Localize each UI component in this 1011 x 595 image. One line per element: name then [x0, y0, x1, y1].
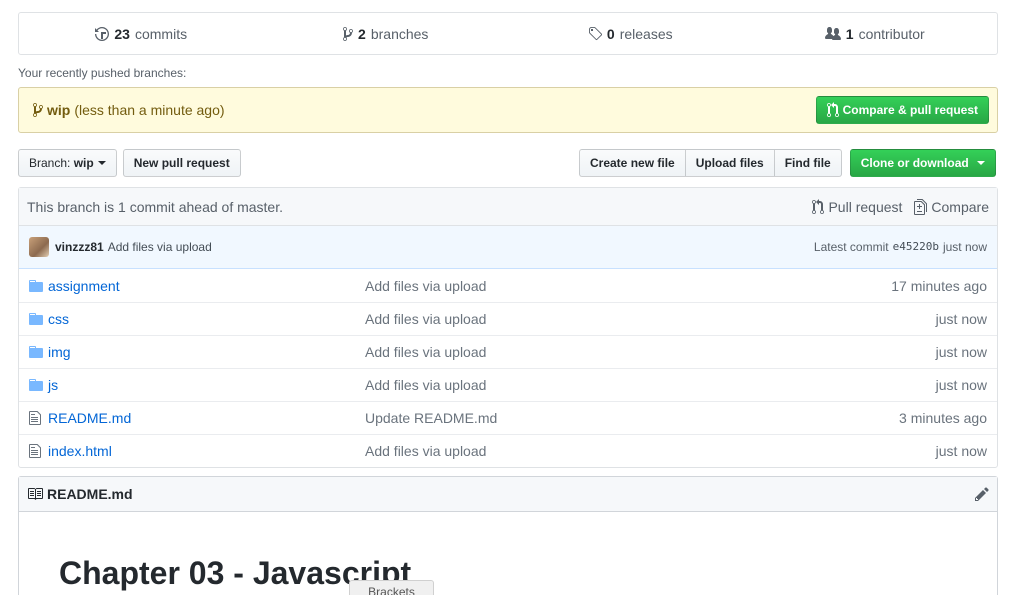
branch-select-button[interactable]: Branch: wip	[18, 149, 117, 177]
people-icon	[824, 26, 841, 40]
repo-summary-bar: 23 commits 2 branches 0 releases 1 contr…	[18, 12, 998, 55]
pull-request-icon	[826, 102, 839, 118]
commits-summary[interactable]: 23 commits	[19, 13, 264, 54]
find-file-button[interactable]: Find file	[773, 149, 842, 177]
branches-count: 2	[358, 25, 366, 42]
chevron-down-icon	[97, 161, 106, 165]
readme-panel: README.md Chapter 03 - Javascript	[18, 476, 998, 595]
file-toolbar: Create new file Upload files Find file C…	[579, 149, 996, 177]
table-row: js Add files via upload just now	[19, 368, 997, 401]
folder-icon	[29, 344, 47, 360]
readme-filename: README.md	[47, 486, 133, 502]
compare-link[interactable]: Compare	[914, 198, 989, 215]
compare-label: Compare	[931, 198, 989, 215]
readme-header: README.md	[19, 477, 997, 512]
diff-icon	[914, 198, 928, 215]
releases-label: releases	[619, 25, 673, 42]
file-actions-group: Create new file Upload files Find file	[579, 149, 842, 177]
contributors-count: 1	[845, 25, 854, 42]
pull-request-label: Pull request	[828, 198, 903, 215]
file-age: 3 minutes ago	[899, 410, 987, 426]
file-commit-message[interactable]: Add files via upload	[365, 443, 936, 459]
recently-pushed-notice: wip (less than a minute ago) Compare & p…	[18, 87, 998, 133]
folder-icon	[29, 278, 47, 294]
latest-commit-label: Latest commit	[813, 240, 889, 254]
history-icon	[95, 26, 110, 41]
branches-label: branches	[370, 25, 429, 42]
file-commit-message[interactable]: Add files via upload	[365, 344, 936, 360]
commit-time: just now	[942, 240, 987, 254]
table-row: img Add files via upload just now	[19, 335, 997, 368]
file-age: 17 minutes ago	[891, 277, 987, 294]
clone-download-button[interactable]: Clone or download	[849, 149, 996, 177]
file-commit-message[interactable]: Add files via upload	[365, 311, 936, 327]
file-name-link[interactable]: index.html	[47, 443, 365, 459]
pull-request-link[interactable]: Pull request	[812, 198, 903, 215]
branch-prefix: Branch:	[29, 156, 71, 170]
compare-button-label: Compare & pull request	[842, 103, 978, 117]
new-pull-request-button[interactable]: New pull request	[122, 149, 241, 177]
file-name-link[interactable]: assignment	[47, 278, 365, 294]
folder-icon	[29, 311, 47, 327]
recent-branches-label: Your recently pushed branches:	[18, 66, 187, 80]
create-new-file-button[interactable]: Create new file	[579, 149, 686, 177]
pull-request-icon	[812, 198, 825, 214]
compare-pull-request-button[interactable]: Compare & pull request	[815, 96, 989, 124]
file-name-link[interactable]: css	[47, 311, 365, 327]
commit-message[interactable]: Add files via upload	[108, 240, 212, 254]
file-age: just now	[935, 344, 987, 360]
file-age: just now	[935, 311, 987, 327]
file-commit-message[interactable]: Add files via upload	[365, 278, 891, 294]
contributors-label: contributor	[858, 25, 925, 42]
branch-name: wip	[73, 156, 94, 170]
file-browser: This branch is 1 commit ahead of master.…	[18, 187, 998, 468]
folder-icon	[29, 377, 47, 393]
table-row: css Add files via upload just now	[19, 302, 997, 335]
table-row: README.md Update README.md 3 minutes ago	[19, 401, 997, 434]
table-row: assignment Add files via upload 17 minut…	[19, 269, 997, 302]
chevron-down-icon	[976, 161, 985, 165]
tag-icon	[588, 26, 602, 40]
file-icon	[29, 443, 47, 459]
table-row: index.html Add files via upload just now	[19, 434, 997, 467]
book-icon	[28, 488, 43, 500]
releases-summary[interactable]: 0 releases	[508, 13, 753, 54]
file-commit-message[interactable]: Add files via upload	[365, 377, 936, 393]
tooltip: Brackets	[349, 580, 434, 595]
file-age: just now	[935, 443, 987, 459]
file-name-link[interactable]: js	[47, 377, 365, 393]
commits-label: commits	[134, 25, 188, 42]
upload-files-button[interactable]: Upload files	[684, 149, 775, 177]
clone-button-label: Clone or download	[860, 156, 969, 170]
file-name-link[interactable]: README.md	[47, 410, 365, 426]
file-name-link[interactable]: img	[47, 344, 365, 360]
contributors-summary[interactable]: 1 contributor	[753, 13, 998, 54]
file-commit-message[interactable]: Update README.md	[365, 410, 899, 426]
pushed-branch-link[interactable]: wip	[47, 102, 70, 118]
branch-icon	[33, 102, 43, 117]
avatar[interactable]	[29, 237, 49, 257]
branch-icon	[343, 26, 354, 41]
branch-toolbar: Branch: wip New pull request	[18, 149, 241, 177]
ahead-text: This branch is 1 commit ahead of master.	[27, 198, 283, 215]
file-age: just now	[935, 377, 987, 393]
latest-commit-bar: vinzzz81 Add files via upload Latest com…	[19, 226, 997, 269]
file-icon	[29, 410, 47, 426]
pushed-time: (less than a minute ago)	[74, 102, 225, 118]
commit-sha[interactable]: e45220b	[893, 240, 939, 254]
branches-summary[interactable]: 2 branches	[264, 13, 509, 54]
commits-count: 23	[114, 25, 130, 42]
file-list: assignment Add files via upload 17 minut…	[19, 269, 997, 467]
releases-count: 0	[606, 25, 615, 42]
commit-author[interactable]: vinzzz81	[55, 240, 104, 254]
branch-status-bar: This branch is 1 commit ahead of master.…	[19, 188, 997, 226]
pencil-icon[interactable]	[975, 486, 989, 502]
